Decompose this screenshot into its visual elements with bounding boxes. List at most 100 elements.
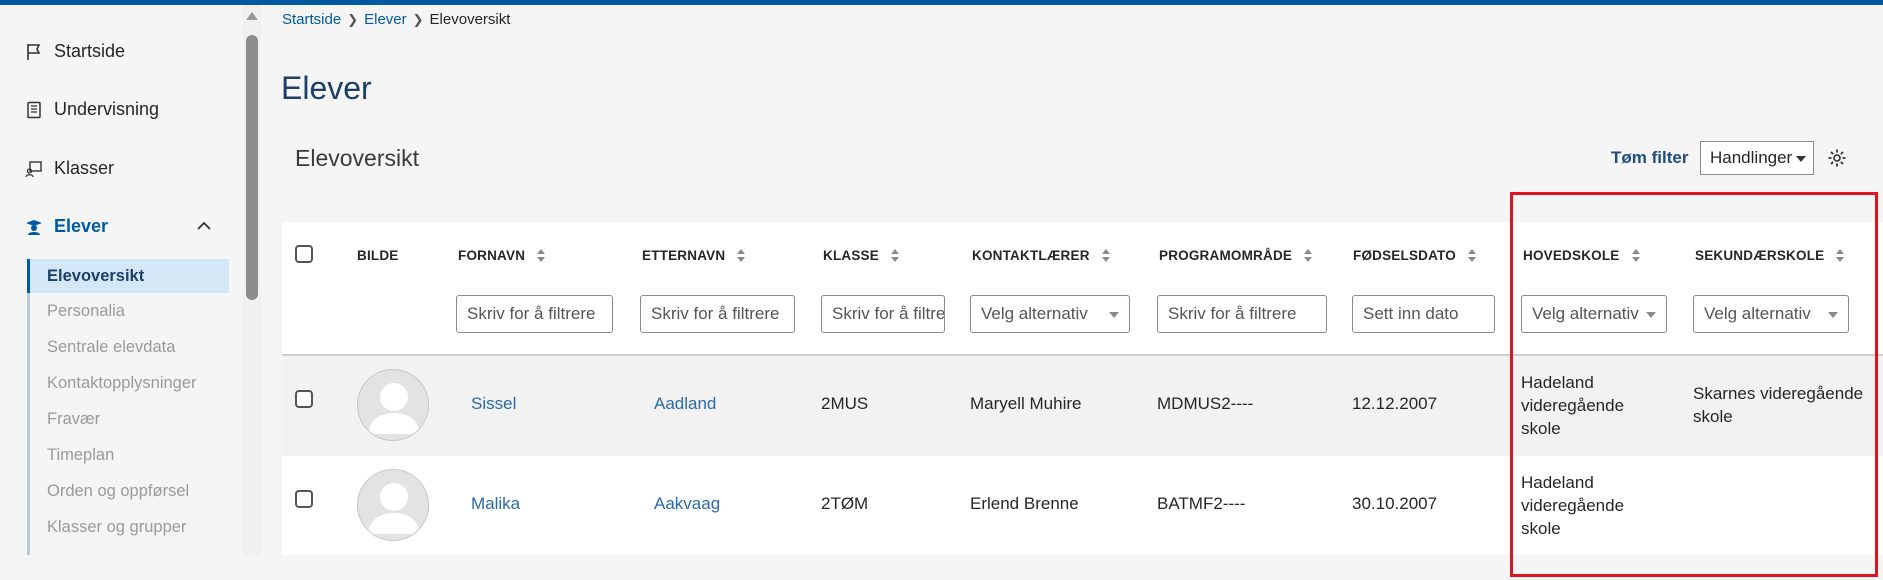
subnav-item-fravaer[interactable]: Fravær — [27, 401, 229, 437]
avatar — [357, 369, 429, 441]
sort-icon[interactable] — [1304, 248, 1313, 263]
chevron-up-icon[interactable] — [194, 216, 214, 236]
row-checkbox[interactable] — [295, 490, 313, 508]
filter-placeholder: Skriv for å filtrere — [467, 304, 596, 323]
header-label: FØDSELSDATO — [1353, 248, 1456, 263]
sort-icon[interactable] — [1836, 248, 1845, 263]
secondary-school-line: skole — [1693, 407, 1733, 426]
column-header-photo: BILDE — [357, 248, 399, 263]
table-row[interactable]: Malika Aakvaag 2TØM Erlend Brenne BATMF2… — [282, 456, 1883, 555]
firstname-link[interactable]: Sissel — [471, 394, 516, 414]
breadcrumb-link-startside[interactable]: Startside — [282, 11, 341, 28]
filter-placeholder: Skriv for å filtrere — [1168, 304, 1297, 323]
breadcrumb-separator-icon: ❯ — [347, 11, 359, 27]
column-header-contact-teacher[interactable]: KONTAKTLÆRER — [972, 248, 1110, 263]
column-header-lastname[interactable]: ETTERNAVN — [642, 248, 746, 263]
subnav-item-elevoversikt[interactable]: Elevoversikt — [27, 259, 229, 293]
scroll-up-arrow-icon[interactable] — [246, 12, 258, 20]
main-school-line: videregående — [1521, 396, 1625, 415]
table-row[interactable]: Sissel Aadland 2MUS Maryell Muhire MDMUS… — [282, 356, 1883, 456]
column-header-main-school[interactable]: HOVEDSKOLE — [1523, 248, 1640, 263]
program-area-cell: BATMF2---- — [1157, 494, 1246, 513]
column-header-secondary-school[interactable]: SEKUNDÆRSKOLE — [1695, 248, 1845, 263]
select-all-checkbox[interactable] — [295, 245, 313, 263]
birthdate-cell: 12.12.2007 — [1352, 394, 1438, 413]
filter-placeholder: Skriv for å filtrere — [651, 304, 780, 323]
breadcrumb-link-elever[interactable]: Elever — [364, 11, 407, 28]
filter-placeholder: Sett inn dato — [1363, 304, 1459, 323]
subnav-item-orden-og-oppforsel[interactable]: Orden og oppførsel — [27, 473, 229, 509]
main-school-filter-select[interactable]: Velg alternativ — [1521, 295, 1667, 333]
column-header-program-area[interactable]: PROGRAMOMRÅDE — [1159, 248, 1313, 263]
class-icon — [24, 159, 44, 179]
filter-placeholder: Velg alternativ — [1532, 304, 1639, 323]
main-school-line: Hadeland — [1521, 373, 1594, 392]
subnav-item-sentrale-elevdata[interactable]: Sentrale elevdata — [27, 329, 229, 365]
main-school-line: skole — [1521, 419, 1561, 438]
subnav-item-klasser-og-grupper[interactable]: Klasser og grupper — [27, 509, 229, 545]
row-checkbox[interactable] — [295, 390, 313, 408]
main-school-line: Hadeland — [1521, 473, 1594, 492]
caret-down-icon — [1796, 156, 1806, 162]
lastname-link[interactable]: Aadland — [654, 394, 716, 414]
main-school-line: videregående — [1521, 496, 1625, 515]
students-table: BILDE FORNAVN ETTERNAVN KLASSE KONTAKTLÆ… — [282, 222, 1883, 555]
sort-icon[interactable] — [737, 248, 746, 263]
firstname-link[interactable]: Malika — [471, 494, 520, 514]
firstname-filter-input[interactable]: Skriv for å filtrere — [456, 295, 613, 333]
column-header-birthdate[interactable]: FØDSELSDATO — [1353, 248, 1476, 263]
column-header-class[interactable]: KLASSE — [823, 248, 899, 263]
lastname-link[interactable]: Aakvaag — [654, 494, 720, 514]
top-accent-bar — [0, 0, 1883, 5]
breadcrumb-current: Elevoversikt — [429, 11, 511, 28]
subnav-item-bemerkninger[interactable]: Bemerkninger — [27, 545, 229, 555]
sidebar-subnav: Elevoversikt Personalia Sentrale elevdat… — [27, 259, 229, 555]
sidebar: Startside Undervisning Klasser Elever El… — [0, 5, 240, 555]
breadcrumb-separator-icon: ❯ — [412, 11, 424, 27]
sidebar-item-elever[interactable]: Elever — [24, 216, 108, 237]
sort-icon[interactable] — [537, 248, 546, 263]
program-area-filter-input[interactable]: Skriv for å filtrere — [1157, 295, 1327, 333]
sort-icon[interactable] — [1101, 248, 1110, 263]
subnav-item-kontaktopplysninger[interactable]: Kontaktopplysninger — [27, 365, 229, 401]
caret-down-icon — [1109, 312, 1119, 318]
class-cell: 2TØM — [821, 494, 869, 513]
main-school-cell: Hadeland videregående skole — [1521, 371, 1624, 440]
subnav-item-personalia[interactable]: Personalia — [27, 293, 229, 329]
actions-dropdown-button[interactable]: Handlinger — [1700, 141, 1814, 175]
sort-icon[interactable] — [1467, 248, 1476, 263]
column-header-firstname[interactable]: FORNAVN — [458, 248, 546, 263]
contact-teacher-filter-select[interactable]: Velg alternativ — [970, 295, 1130, 333]
class-cell: 2MUS — [821, 394, 869, 413]
subnav-item-timeplan[interactable]: Timeplan — [27, 437, 229, 473]
birthdate-cell: 30.10.2007 — [1352, 494, 1438, 513]
header-label: HOVEDSKOLE — [1523, 248, 1620, 263]
breadcrumb: Startside ❯ Elever ❯ Elevoversikt — [282, 11, 510, 28]
sidebar-scrollbar-thumb[interactable] — [246, 35, 258, 300]
clear-filter-link[interactable]: Tøm filter — [1611, 148, 1688, 168]
sort-icon[interactable] — [890, 248, 899, 263]
avatar — [357, 469, 429, 541]
sidebar-item-undervisning[interactable]: Undervisning — [24, 99, 159, 120]
secondary-school-filter-select[interactable]: Velg alternativ — [1693, 295, 1849, 333]
sidebar-item-klasser[interactable]: Klasser — [24, 158, 114, 179]
sidebar-item-label: Undervisning — [54, 99, 160, 119]
flag-icon — [24, 42, 44, 62]
lastname-filter-input[interactable]: Skriv for å filtrere — [640, 295, 795, 333]
caret-down-icon — [1646, 312, 1656, 318]
gear-icon[interactable] — [1827, 148, 1847, 168]
sidebar-item-label: Elever — [54, 216, 109, 236]
sidebar-item-label: Klasser — [54, 158, 115, 178]
sidebar-item-startside[interactable]: Startside — [24, 41, 125, 62]
header-label: KLASSE — [823, 248, 879, 263]
book-icon — [24, 100, 44, 120]
birthdate-filter-input[interactable]: Sett inn dato — [1352, 295, 1495, 333]
sort-icon[interactable] — [1631, 248, 1640, 263]
class-filter-input[interactable]: Skriv for å filtrere — [821, 295, 945, 333]
filter-placeholder: Velg alternativ — [981, 304, 1088, 323]
header-label: ETTERNAVN — [642, 248, 726, 263]
caret-down-icon — [1828, 312, 1838, 318]
page-title: Elever — [281, 70, 372, 106]
secondary-school-cell: Skarnes videregående skole — [1693, 382, 1863, 428]
program-area-cell: MDMUS2---- — [1157, 394, 1254, 413]
